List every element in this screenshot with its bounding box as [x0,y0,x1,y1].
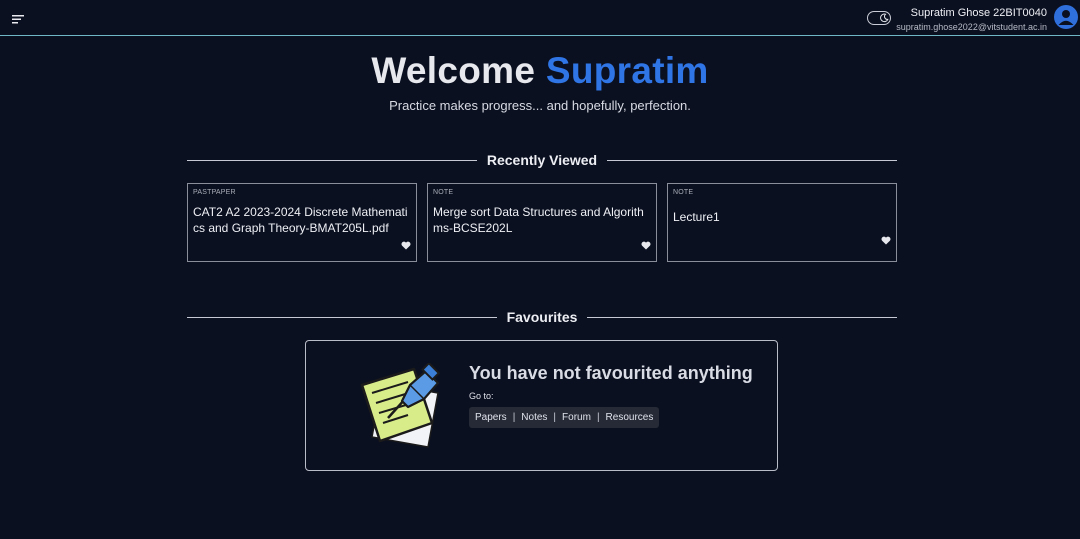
user-icon [1058,10,1074,25]
link-separator: | [512,412,516,423]
item-type: NOTE [673,189,694,196]
menu-icon[interactable] [11,12,25,24]
quick-links: Papers | Notes | Forum | Resources [469,407,660,428]
moon-icon [880,13,889,23]
link-separator: | [553,412,557,423]
welcome-user-name: Supratim [545,50,709,91]
heart-icon[interactable] [401,241,411,250]
user-email: supratim.ghose2022@vitstudent.ac.in [896,22,1047,32]
favourites-label: Favourites [506,309,578,325]
heart-icon[interactable] [641,241,651,250]
top-navbar: Supratim Ghose 22BIT0040 supratim.ghose2… [0,0,1080,36]
welcome-text: Welcome [371,50,536,91]
divider [187,316,497,318]
favourites-heading: Favourites [187,307,897,327]
divider [607,159,897,161]
recent-item-card[interactable]: NOTE Merge sort Data Structures and Algo… [427,183,657,262]
link-papers[interactable]: Papers [475,412,507,423]
user-info: Supratim Ghose 22BIT0040 supratim.ghose2… [896,6,1047,33]
theme-toggle[interactable] [867,11,891,25]
user-name: Supratim Ghose 22BIT0040 [910,7,1047,19]
pinned-note-illustration [360,363,441,448]
recently-viewed-heading: Recently Viewed [187,150,897,170]
item-title: Lecture1 [673,210,720,224]
divider [587,316,897,318]
item-type: PASTPAPER [193,189,236,196]
link-separator: | [596,412,600,423]
recently-viewed-list: PASTPAPER CAT2 A2 2023-2024 Discrete Mat… [187,183,897,262]
recent-item-card[interactable]: NOTE Lecture1 [667,183,897,262]
link-resources[interactable]: Resources [606,412,654,423]
avatar[interactable] [1054,5,1078,29]
goto-label: Go to: [469,391,494,401]
item-title: Merge sort Data Structures and Algorithm… [433,205,644,235]
link-notes[interactable]: Notes [521,412,547,423]
welcome-subtitle: Practice makes progress... and hopefully… [389,98,691,113]
link-forum[interactable]: Forum [562,412,591,423]
recently-viewed-label: Recently Viewed [486,152,598,168]
divider [187,159,477,161]
item-title: CAT2 A2 2023-2024 Discrete Mathematics a… [193,205,408,235]
favourites-empty-title: You have not favourited anything [469,363,753,383]
favourites-empty-state: You have not favourited anything Go to: … [305,340,778,471]
recent-item-card[interactable]: PASTPAPER CAT2 A2 2023-2024 Discrete Mat… [187,183,417,262]
item-type: NOTE [433,189,454,196]
welcome-heading: Welcome Supratim [0,50,1080,92]
heart-icon[interactable] [881,236,891,245]
